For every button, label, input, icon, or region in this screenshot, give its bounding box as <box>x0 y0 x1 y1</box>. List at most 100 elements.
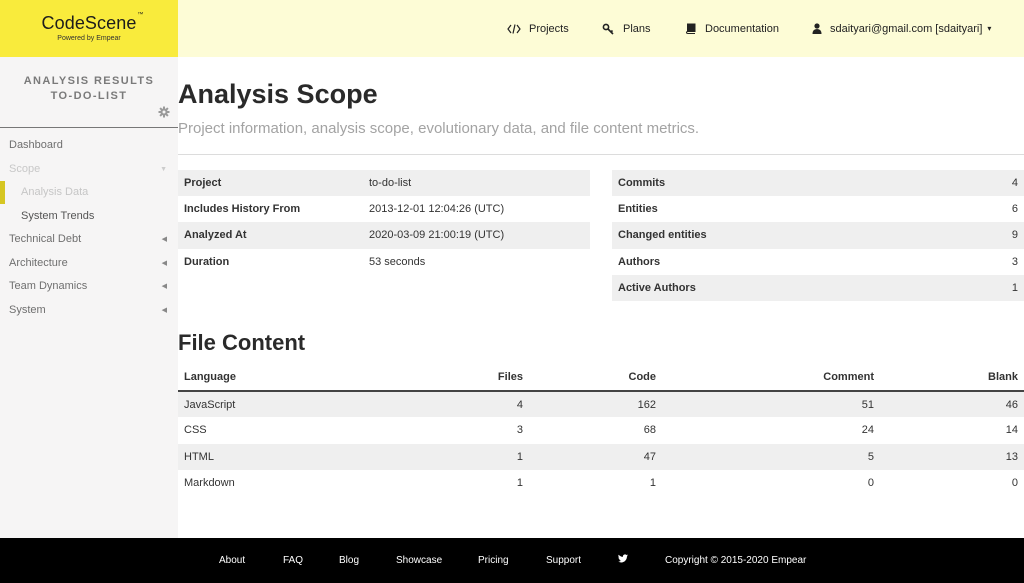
nav-plans-link[interactable]: Plans <box>601 22 651 36</box>
footer-link-pricing[interactable]: Pricing <box>478 555 509 566</box>
column-header-code[interactable]: Code <box>529 363 662 392</box>
stat-value: 9 <box>1011 229 1018 242</box>
project-name-title: TO-DO-LIST <box>50 90 128 102</box>
nav-documentation-label: Documentation <box>705 22 779 35</box>
sidebar-item-label: System Trends <box>21 209 95 222</box>
stat-row-authors: Authors 3 <box>612 249 1024 275</box>
evolution-stats-table: Commits 4 Entities 6 Changed entities 9 … <box>612 170 1024 301</box>
brand-name: CodeScene <box>41 13 137 33</box>
cell-code: 47 <box>529 443 662 470</box>
cell-files: 1 <box>338 443 529 470</box>
sidebar-item-technical-debt[interactable]: Technical Debt ◀ <box>0 228 178 252</box>
info-row-history: Includes History From 2013-12-01 12:04:2… <box>178 196 590 222</box>
nav-projects[interactable]: Projects <box>507 0 569 57</box>
table-row: HTML 1 47 5 13 <box>178 443 1024 470</box>
sidebar-item-system-trends[interactable]: System Trends <box>0 205 178 229</box>
user-icon <box>810 22 824 36</box>
sidebar-item-scope[interactable]: Scope ▼ <box>0 158 178 182</box>
footer-link-support[interactable]: Support <box>546 555 581 566</box>
sidebar-menu: Dashboard Scope ▼ Analysis Data System T… <box>0 134 178 322</box>
nav-projects-label: Projects <box>529 22 569 35</box>
info-key: Analyzed At <box>184 229 247 242</box>
stat-row-commits: Commits 4 <box>612 170 1024 197</box>
cell-comment: 0 <box>867 477 874 490</box>
sidebar-item-system[interactable]: System ◀ <box>0 299 178 323</box>
cell-language: JavaScript <box>178 391 338 418</box>
info-value: 53 seconds <box>369 255 426 268</box>
info-value: 2013-12-01 12:04:26 (UTC) <box>369 203 505 216</box>
chevron-left-icon: ◀ <box>161 259 167 267</box>
cell-code: 68 <box>643 424 656 437</box>
cell-blank: 14 <box>1005 424 1018 437</box>
info-value: to-do-list <box>369 177 412 190</box>
sidebar-item-label: Architecture <box>9 256 68 269</box>
stat-value: 3 <box>1011 255 1018 268</box>
cell-files: 4 <box>338 391 529 418</box>
chevron-down-icon: ▼ <box>160 165 167 173</box>
cell-language: Markdown <box>184 477 235 490</box>
stat-key: Active Authors <box>618 281 696 294</box>
info-row-project: Project to-do-list <box>178 170 590 197</box>
column-header-comment[interactable]: Comment <box>662 363 880 392</box>
table-row: CSS 3 68 24 14 <box>178 417 1024 443</box>
sidebar-item-label: System <box>9 303 46 316</box>
project-info-table: Project to-do-list Includes History From… <box>178 170 590 275</box>
top-navbar: CodeScene ™ Powered by Empear Projects Pl… <box>0 0 1024 57</box>
sidebar-item-label: Team Dynamics <box>9 280 88 292</box>
brand-trademark: ™ <box>137 12 144 18</box>
table-row: Markdown 1 1 0 0 <box>178 470 1024 496</box>
sidebar-item-architecture[interactable]: Architecture ◀ <box>0 252 178 276</box>
cell-blank: 0 <box>1011 477 1018 490</box>
chevron-left-icon: ◀ <box>161 283 167 290</box>
gear-icon[interactable] <box>158 105 170 118</box>
stat-row-changed-entities: Changed entities 9 <box>612 222 1024 249</box>
stat-key: Changed entities <box>618 229 707 242</box>
nav-plans[interactable]: Plans <box>601 0 651 57</box>
column-header-language[interactable]: Language <box>178 363 338 392</box>
user-menu-toggle[interactable]: sdaityari@gmail.com [sdaityari] ▾ <box>810 22 991 36</box>
analysis-results-heading: ANALYSIS RESULTS TO-DO-LIST <box>0 74 178 104</box>
stat-key: Entities <box>618 203 658 216</box>
footer-link-faq[interactable]: FAQ <box>283 555 303 566</box>
sidebar-item-analysis-data[interactable]: Analysis Data <box>0 181 178 205</box>
user-menu[interactable]: sdaityari@gmail.com [sdaityari] ▾ <box>810 0 991 57</box>
footer-link-blog[interactable]: Blog <box>339 555 359 566</box>
table-header-row: Language Files Code Comment Blank <box>178 363 1024 392</box>
user-menu-label: sdaityari@gmail.com [sdaityari] <box>830 22 983 35</box>
table-row: JavaScript 4 162 51 46 <box>178 391 1024 418</box>
footer: About FAQ Blog Showcase Pricing Support … <box>0 538 1024 583</box>
brand-name-wrap: CodeScene ™ <box>41 12 144 34</box>
column-header-blank[interactable]: Blank <box>880 363 1024 392</box>
copyright-text: Copyright © 2015-2020 Empear <box>665 555 807 566</box>
active-indicator <box>0 181 5 204</box>
cell-comment: 5 <box>662 443 880 470</box>
sidebar-divider <box>0 127 178 128</box>
footer-link-about[interactable]: About <box>219 555 245 566</box>
cell-files: 3 <box>516 424 523 437</box>
cell-language: CSS <box>184 424 207 437</box>
sidebar-item-label: Technical Debt <box>9 233 82 245</box>
twitter-icon[interactable] <box>618 554 628 566</box>
page-title: Analysis Scope <box>178 79 378 109</box>
sidebar-item-dashboard[interactable]: Dashboard <box>0 134 178 158</box>
chevron-left-icon: ◀ <box>161 236 167 243</box>
sidebar-item-team-dynamics[interactable]: Team Dynamics ◀ <box>0 275 178 299</box>
sidebar-item-label: Analysis Data <box>21 186 89 198</box>
footer-link-showcase[interactable]: Showcase <box>396 555 442 566</box>
info-key: Includes History From <box>184 203 301 216</box>
sidebar-item-label: Dashboard <box>9 139 63 151</box>
code-icon <box>507 22 521 36</box>
stat-row-active-authors: Active Authors 1 <box>612 274 1024 301</box>
file-content-table: Language Files Code Comment Blank JavaSc… <box>178 363 1024 496</box>
nav-documentation-link[interactable]: Documentation <box>683 22 779 36</box>
cell-blank: 46 <box>880 391 1024 418</box>
nav-documentation[interactable]: Documentation <box>683 0 779 57</box>
nav-projects-link[interactable]: Projects <box>507 22 569 36</box>
nav-plans-label: Plans <box>623 22 651 35</box>
key-icon <box>601 22 615 36</box>
brand-logo[interactable]: CodeScene ™ Powered by Empear <box>0 0 178 57</box>
info-key: Duration <box>184 255 230 268</box>
chevron-left-icon: ◀ <box>161 306 167 314</box>
column-header-files[interactable]: Files <box>338 363 529 392</box>
sidebar-item-label: Scope <box>9 162 41 175</box>
